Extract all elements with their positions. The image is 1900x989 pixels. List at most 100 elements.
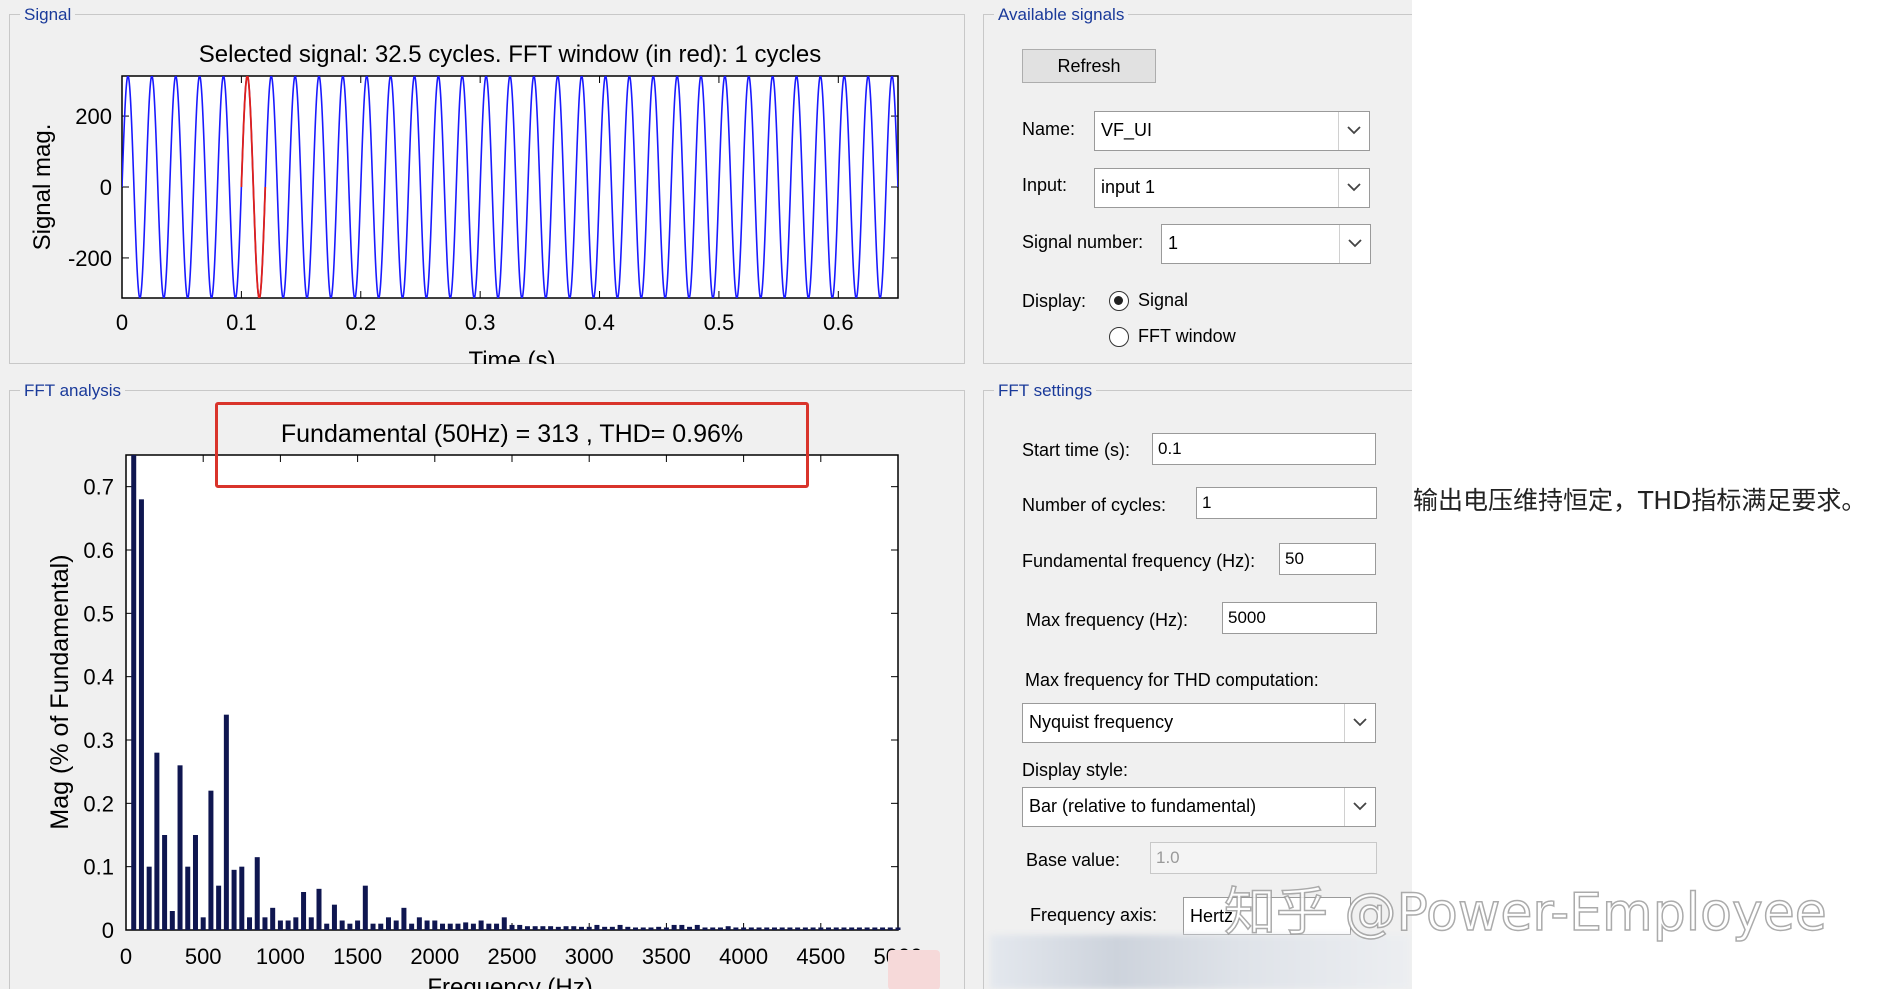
fft-bar	[324, 923, 330, 930]
fft-bar	[679, 924, 685, 930]
fft-bar	[795, 927, 801, 930]
fft-bar	[578, 926, 584, 930]
fft-bar	[316, 888, 322, 930]
name-dropdown[interactable]: VF_UI	[1094, 111, 1370, 151]
fft-bar	[424, 920, 430, 930]
fft-ytick-label: 0	[102, 918, 114, 943]
fft-bar	[540, 926, 546, 930]
display-signal-option-label[interactable]: Signal	[1138, 290, 1188, 311]
display-fft-window-option-label[interactable]: FFT window	[1138, 326, 1236, 347]
start-time-label: Start time (s):	[1022, 440, 1131, 460]
max-frequency-input[interactable]: 5000	[1222, 602, 1377, 634]
fft-bar	[617, 924, 623, 930]
side-note-caption: 输出电压维持恒定，THD指标满足要求。	[1413, 486, 1867, 515]
fft-bar	[856, 927, 862, 930]
fft-bar	[748, 927, 754, 930]
fft-bar	[262, 917, 268, 930]
available-signals-group-title: Available signals	[994, 5, 1129, 25]
watermark-text: 知乎 @Power-Employee	[1223, 882, 1827, 944]
display-style-value: Bar (relative to fundamental)	[1029, 796, 1257, 816]
fft-bar	[154, 752, 160, 930]
fft-bar	[308, 917, 314, 930]
fft-ytick-label: 0.6	[83, 538, 114, 563]
fft-bar	[656, 926, 662, 930]
fft-bar	[687, 926, 693, 930]
thd-max-frequency-label: Max frequency for THD computation:	[1025, 670, 1319, 690]
display-label: Display:	[1022, 291, 1087, 311]
fft-bar	[733, 927, 739, 930]
display-fft-window-radio[interactable]	[1109, 327, 1129, 347]
fft-bar	[771, 927, 777, 930]
powergui-fft-window: Signal Selected signal: 32.5 cycles. FFT…	[0, 0, 1412, 989]
fft-bar	[741, 927, 747, 930]
display-style-dropdown[interactable]: Bar (relative to fundamental)	[1022, 787, 1376, 827]
fft-bar	[146, 866, 152, 930]
fft-bar	[331, 904, 337, 930]
fft-settings-group-title: FFT settings	[994, 381, 1097, 401]
name-label: Name:	[1022, 119, 1076, 139]
fft-bar	[432, 920, 438, 930]
input-dropdown[interactable]: input 1	[1094, 168, 1370, 208]
fft-bar	[548, 926, 554, 930]
number-of-cycles-input[interactable]: 1	[1196, 487, 1377, 519]
fft-bar	[586, 926, 592, 930]
start-time-input[interactable]: 0.1	[1152, 433, 1376, 465]
max-frequency-label: Max frequency (Hz):	[1026, 610, 1189, 630]
fft-bar	[200, 917, 206, 930]
fft-bar	[247, 917, 253, 930]
fft-bar	[231, 869, 237, 930]
fft-ytick-label: 0.5	[83, 601, 114, 626]
fft-bar	[347, 923, 353, 930]
fft-bar	[887, 927, 893, 930]
chevron-down-icon[interactable]	[1344, 788, 1375, 826]
fft-bar	[555, 926, 561, 930]
fundamental-frequency-input[interactable]: 50	[1279, 543, 1376, 575]
thd-max-frequency-value: Nyquist frequency	[1029, 712, 1174, 732]
fft-bar	[293, 917, 299, 930]
fft-ytick-labels: 0 0.1 0.2 0.3 0.4 0.5 0.6 0.7	[83, 475, 114, 943]
chevron-down-icon[interactable]	[1338, 169, 1369, 207]
fft-ytick-label: 0.4	[83, 665, 114, 690]
fft-xtick-label: 500	[185, 944, 222, 969]
fft-bar	[239, 866, 245, 930]
number-of-cycles-label: Number of cycles:	[1022, 495, 1167, 515]
display-signal-radio[interactable]	[1109, 291, 1129, 311]
fft-bar	[478, 920, 484, 930]
fft-xtick-label: 4000	[719, 944, 768, 969]
fft-bar	[270, 907, 276, 930]
thd-max-frequency-dropdown[interactable]: Nyquist frequency	[1022, 703, 1376, 743]
fft-bar	[385, 917, 391, 930]
fft-bar	[764, 927, 770, 930]
fft-bar	[864, 927, 870, 930]
refresh-button[interactable]: Refresh	[1022, 49, 1156, 83]
fft-bar	[301, 892, 307, 930]
fft-bar	[602, 926, 608, 930]
fft-bar	[138, 499, 144, 930]
fft-bar	[609, 926, 615, 930]
fft-plot: Fundamental (50Hz) = 313 , THD= 0.96% 00…	[46, 420, 923, 989]
fft-bar	[710, 927, 716, 930]
fft-bar	[671, 924, 677, 930]
fft-bar	[663, 927, 669, 930]
fft-bar	[355, 920, 361, 930]
signal-number-dropdown[interactable]: 1	[1161, 224, 1371, 264]
fft-bar	[223, 714, 229, 930]
fft-bar	[409, 923, 415, 930]
fft-bar	[192, 835, 198, 930]
fft-xtick-label: 0	[120, 944, 132, 969]
fft-bar	[393, 920, 399, 930]
fundamental-thd-highlight-box	[215, 402, 809, 488]
chevron-down-icon[interactable]	[1338, 112, 1369, 150]
fft-bar	[625, 926, 631, 930]
fft-bar	[517, 924, 523, 930]
fft-bar	[571, 926, 577, 930]
fft-ytick-label: 0.7	[83, 475, 114, 500]
fft-xtick-labels: 0500100015002000250030003500400045005000	[120, 944, 923, 969]
fft-bar	[486, 923, 492, 930]
fft-xtick-label: 4500	[796, 944, 845, 969]
signal-number-dropdown-value: 1	[1168, 233, 1179, 253]
base-value-label: Base value:	[1026, 850, 1121, 870]
chevron-down-icon[interactable]	[1339, 225, 1370, 263]
fft-ytick-label: 0.3	[83, 728, 114, 753]
chevron-down-icon[interactable]	[1344, 704, 1375, 742]
